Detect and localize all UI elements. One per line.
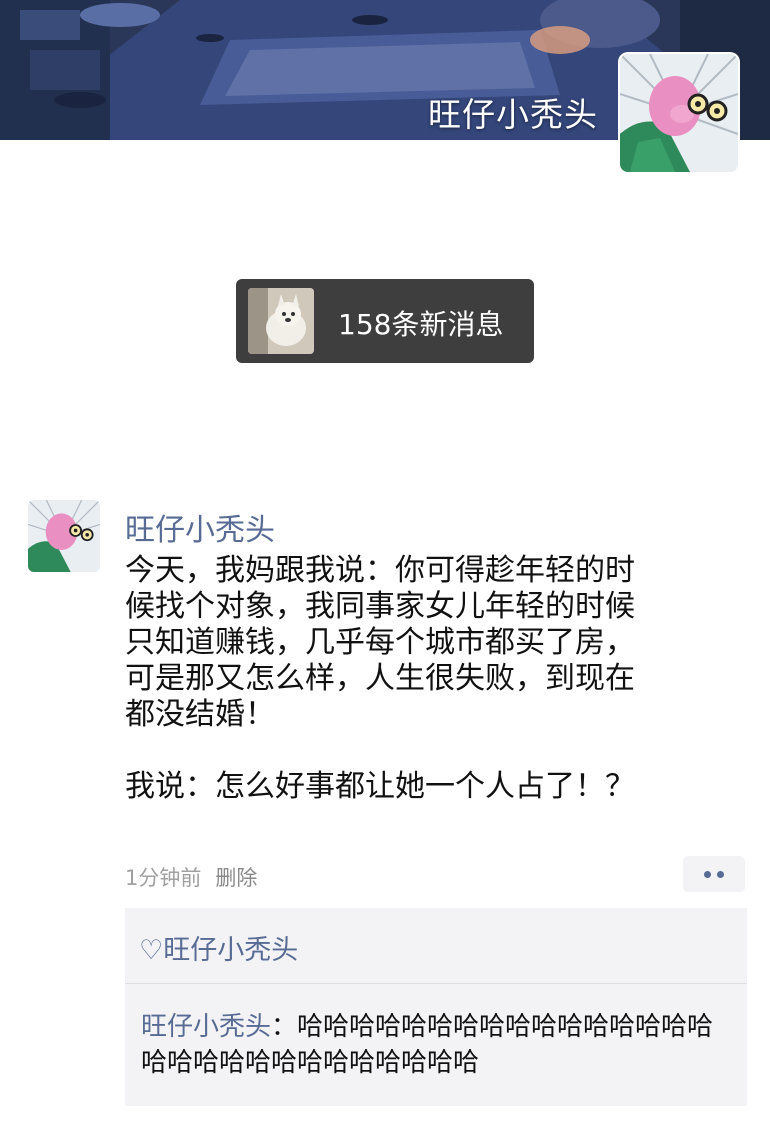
comment-separator: ： [271, 1012, 298, 1042]
likes-row[interactable]: ♡旺仔小秃头 [139, 928, 298, 967]
new-messages-label: 158条新消息 [338, 308, 504, 341]
new-message-sender-avatar [248, 288, 314, 354]
post-timestamp: 1分钟前 [125, 866, 202, 890]
dog-thumbnail [248, 288, 314, 354]
profile-avatar[interactable] [620, 54, 738, 172]
profile-name[interactable]: 旺仔小秃头 [428, 88, 598, 136]
avatar-illustration [620, 54, 738, 172]
avatar-illustration [28, 500, 100, 572]
post-meta: 1分钟前 删除 [125, 862, 257, 892]
post-line: 今天，我妈跟我说：你可得趁年轻的时 [125, 553, 635, 588]
dot-icon [717, 871, 724, 878]
divider [125, 983, 747, 984]
comment-item[interactable]: 旺仔小秃头：哈哈哈哈哈哈哈哈哈哈哈哈哈哈哈哈哈哈哈哈哈哈哈哈哈哈哈哈哈 [141, 1009, 737, 1081]
post-line: 只知道赚钱，几乎每个城市都买了房， [125, 625, 635, 660]
likes-comments-panel: ♡旺仔小秃头 旺仔小秃头：哈哈哈哈哈哈哈哈哈哈哈哈哈哈哈哈哈哈哈哈哈哈哈哈哈哈哈… [125, 908, 747, 1106]
more-actions-button[interactable] [683, 856, 745, 892]
new-messages-button[interactable]: 158条新消息 [236, 279, 534, 363]
dot-icon [704, 871, 711, 878]
post-line: 都没结婚！ [125, 697, 275, 732]
post-author-name[interactable]: 旺仔小秃头 [125, 505, 275, 549]
post-author-avatar[interactable] [28, 500, 100, 572]
comment-author[interactable]: 旺仔小秃头 [141, 1012, 271, 1042]
post-line: 可是那又怎么样，人生很失败，到现在 [125, 661, 635, 696]
post-line: 候找个对象，我同事家女儿年轻的时候 [125, 589, 635, 624]
post-content: 今天，我妈跟我说：你可得趁年轻的时 候找个对象，我同事家女儿年轻的时候 只知道赚… [125, 553, 745, 805]
likes-text[interactable]: ♡旺仔小秃头 [139, 935, 298, 966]
delete-link[interactable]: 删除 [215, 866, 257, 890]
post-line: 我说：怎么好事都让她一个人占了！？ [125, 769, 635, 804]
